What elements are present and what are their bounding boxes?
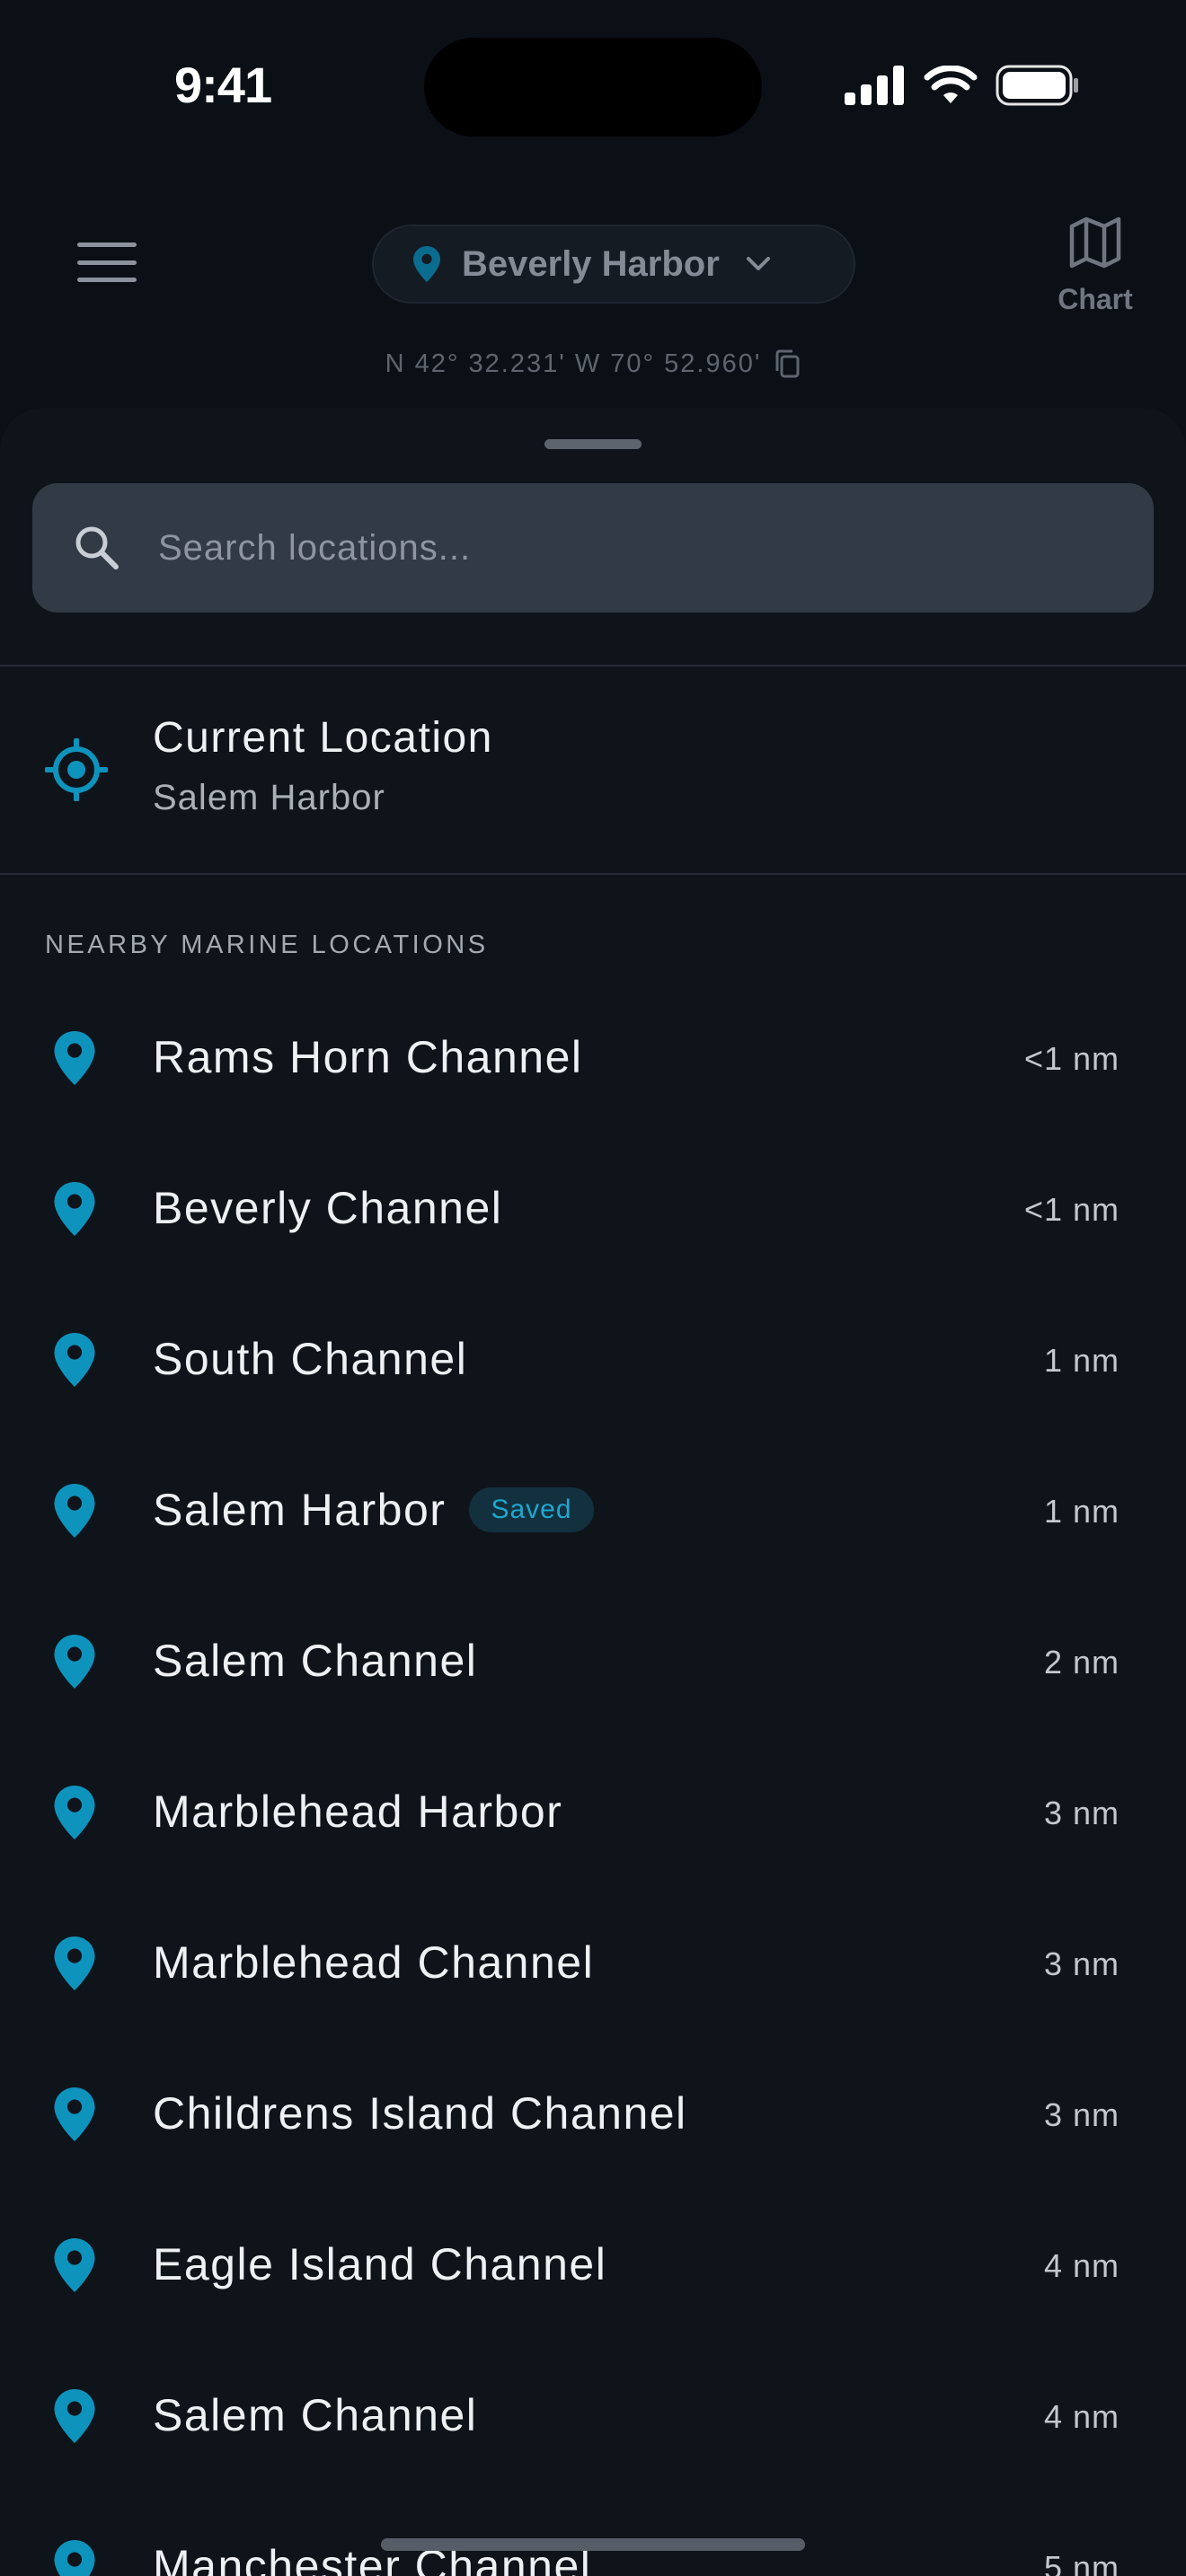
map-pin-icon <box>54 1031 95 1085</box>
search-placeholder: Search locations... <box>158 527 472 568</box>
locations-list: Rams Horn Channel <1 nm Beverly Channel <1 … <box>0 981 1186 2576</box>
list-item[interactable]: Childrens Island Channel 3 nm <box>0 2037 1186 2188</box>
location-distance: 4 nm <box>1043 2247 1120 2284</box>
location-name: Marblehead Harbor <box>153 1786 562 1838</box>
menu-button[interactable] <box>77 243 137 282</box>
map-pin-icon <box>54 1484 95 1538</box>
location-distance: <1 nm <box>1023 1040 1120 1077</box>
location-name-text: Eagle Island Channel <box>153 2239 607 2289</box>
location-name-text: Marblehead Channel <box>153 1937 595 1988</box>
map-pin-icon <box>54 1333 95 1387</box>
divider <box>0 665 1186 666</box>
location-name: Beverly Channel <box>153 1182 502 1234</box>
map-pin-icon <box>54 1786 95 1839</box>
location-name-text: Salem Channel <box>153 2390 478 2440</box>
saved-badge: Saved <box>469 1487 594 1532</box>
hamburger-icon-line <box>77 260 137 265</box>
location-selector[interactable]: Beverly Harbor <box>372 225 855 304</box>
map-pin-icon <box>54 1936 95 1990</box>
location-name-text: Childrens Island Channel <box>153 2088 687 2139</box>
list-item[interactable]: Salem Channel 4 nm <box>0 2339 1186 2490</box>
coordinates-readout: N 42° 32.231' W 70° 52.960' <box>0 348 1186 379</box>
location-distance: 4 nm <box>1043 2398 1120 2435</box>
hamburger-icon <box>77 243 137 247</box>
map-pin-icon <box>54 2238 95 2292</box>
map-icon <box>1069 216 1121 269</box>
search-icon <box>75 526 119 569</box>
list-item[interactable]: Manchester Channel 5 nm <box>0 2490 1186 2576</box>
location-name-text: Salem Channel <box>153 1636 478 1686</box>
location-name: Rams Horn Channel <box>153 1031 582 1083</box>
map-pin-icon <box>54 1635 95 1689</box>
list-item[interactable]: Rams Horn Channel <1 nm <box>0 981 1186 1132</box>
hamburger-icon-line <box>77 278 137 282</box>
locations-sheet: Search locations... Current Location Sal… <box>0 408 1186 2576</box>
list-item[interactable]: Beverly Channel <1 nm <box>0 1132 1186 1283</box>
battery-icon <box>996 65 1078 106</box>
copy-icon[interactable] <box>774 348 801 379</box>
current-location-row[interactable]: Current Location Salem Harbor <box>0 668 1186 875</box>
chevron-down-icon <box>746 257 770 270</box>
location-distance: 3 nm <box>1043 2096 1120 2133</box>
section-title: NEARBY MARINE LOCATIONS <box>45 931 489 959</box>
location-name-text: Salem Harbor <box>153 1485 447 1535</box>
list-item[interactable]: Salem Harbor Saved 1 nm <box>0 1434 1186 1584</box>
location-name: South Channel <box>153 1333 467 1385</box>
map-pin-icon <box>54 1182 95 1236</box>
location-distance: 3 nm <box>1043 1795 1120 1831</box>
location-selector-label: Beverly Harbor <box>462 243 720 284</box>
map-pin-icon <box>54 2540 95 2576</box>
location-distance: 5 nm <box>1043 2549 1120 2576</box>
sheet-drag-handle[interactable] <box>544 439 642 449</box>
location-name-text: Rams Horn Channel <box>153 1032 583 1082</box>
coordinates-text: N 42° 32.231' W 70° 52.960' <box>385 348 762 378</box>
status-icons <box>845 65 1080 106</box>
location-name-text: Marblehead Harbor <box>153 1786 563 1837</box>
chart-button-label: Chart <box>1058 283 1133 315</box>
map-pin-icon <box>54 2389 95 2443</box>
location-name: Salem Channel <box>153 1635 477 1687</box>
list-item[interactable]: Marblehead Harbor 3 nm <box>0 1735 1186 1886</box>
location-name: Eagle Island Channel <box>153 2238 606 2290</box>
map-pin-icon <box>54 2087 95 2141</box>
location-distance: 2 nm <box>1043 1644 1120 1681</box>
location-name-text: Beverly Channel <box>153 1183 503 1233</box>
dynamic-island <box>424 38 762 137</box>
list-item[interactable]: Eagle Island Channel 4 nm <box>0 2188 1186 2339</box>
search-input[interactable]: Search locations... <box>32 483 1154 613</box>
location-name-text: South Channel <box>153 1334 468 1384</box>
location-name: Marblehead Channel <box>153 1936 594 1989</box>
list-item[interactable]: South Channel 1 nm <box>0 1283 1186 1434</box>
location-name: Salem Harbor Saved <box>153 1484 594 1536</box>
current-location-title: Current Location <box>153 714 493 762</box>
divider <box>0 873 1186 875</box>
current-location-subtitle: Salem Harbor <box>153 778 385 817</box>
location-name: Salem Channel <box>153 2389 477 2441</box>
signal-icon <box>845 66 904 105</box>
list-item[interactable]: Salem Channel 2 nm <box>0 1584 1186 1735</box>
app-screen: 9:41 Beverly Harbor Chart N 42° 32.231' … <box>0 0 1186 2576</box>
wifi-icon <box>924 66 978 103</box>
crosshair-icon <box>45 738 108 801</box>
location-distance: <1 nm <box>1023 1191 1120 1228</box>
list-item[interactable]: Marblehead Channel 3 nm <box>0 1886 1186 2037</box>
location-distance: 1 nm <box>1043 1342 1120 1379</box>
chart-button[interactable]: Chart <box>1046 216 1145 316</box>
map-pin-icon <box>413 246 440 282</box>
home-indicator <box>381 2538 805 2551</box>
location-distance: 1 nm <box>1043 1493 1120 1530</box>
status-time: 9:41 <box>174 57 272 113</box>
location-distance: 3 nm <box>1043 1945 1120 1982</box>
location-name: Childrens Island Channel <box>153 2087 687 2139</box>
